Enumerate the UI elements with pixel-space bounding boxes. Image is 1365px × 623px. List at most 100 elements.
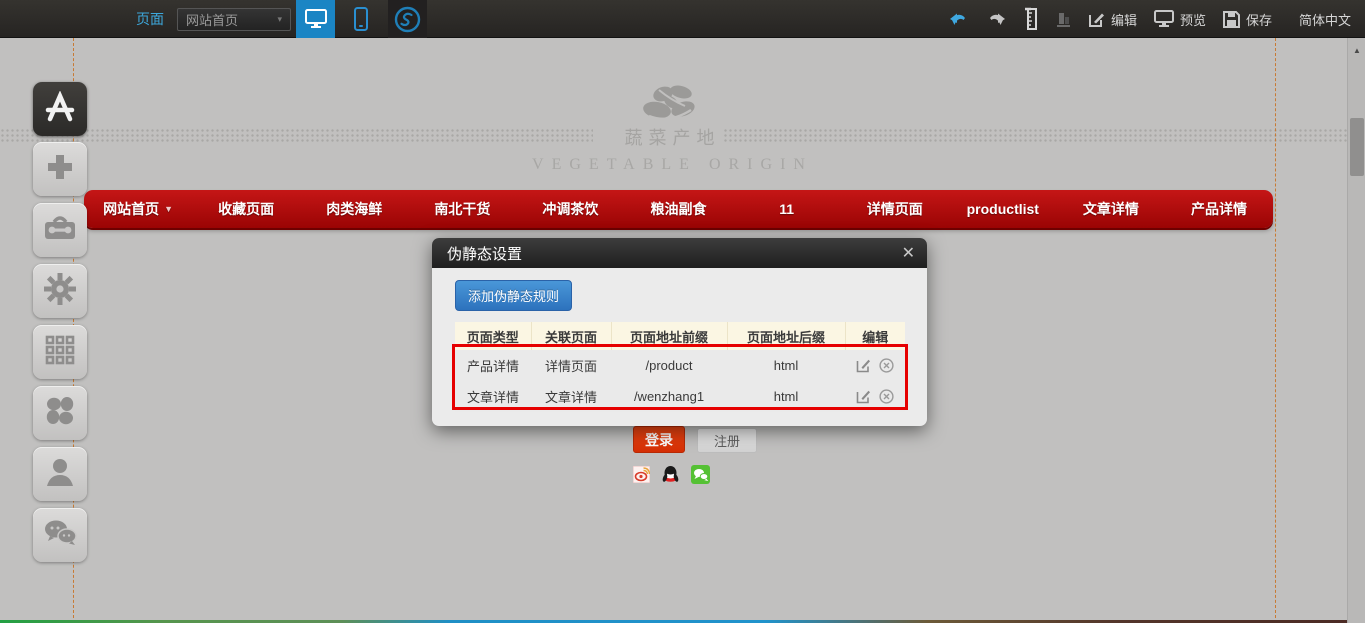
page-guide-right: [1275, 38, 1276, 623]
cell-page-type: 产品详情: [455, 350, 531, 381]
sync-icon: [394, 6, 421, 33]
register-label: 注册: [714, 431, 740, 450]
site-subtitle: VEGETABLE ORIGIN: [0, 156, 1345, 174]
cell-linked-page: 详情页面: [531, 350, 611, 381]
cell-page-type: 文章详情: [455, 381, 531, 412]
nav-item-tea-drinks[interactable]: 冲调茶饮: [516, 190, 624, 228]
nav-item-label: 南北干货: [434, 199, 490, 219]
table-row: 文章详情 文章详情 /wenzhang1 html: [455, 381, 905, 412]
nav-item-label: 产品详情: [1191, 199, 1247, 219]
dialog-title: 伪静态设置: [447, 243, 522, 264]
login-label: 登录: [645, 430, 673, 450]
preview-button[interactable]: 预览: [1154, 10, 1206, 29]
nav-item-11[interactable]: 11: [733, 190, 841, 228]
grid-icon: [45, 335, 75, 370]
redo-icon[interactable]: [986, 12, 1006, 27]
nav-item-home[interactable]: 网站首页 ▼: [84, 190, 192, 228]
site-title: 蔬菜产地: [0, 124, 1345, 150]
nav-item-product-detail[interactable]: 产品详情: [1165, 190, 1273, 228]
stats-icon[interactable]: [1056, 10, 1071, 28]
desktop-view-button[interactable]: [296, 0, 335, 38]
nav-item-label: 粮油副食: [651, 199, 707, 219]
sidebar-settings-button[interactable]: [33, 264, 87, 318]
nav-item-label: productlist: [967, 201, 1039, 217]
col-header-page-type: 页面类型: [455, 322, 531, 350]
edit-row-icon[interactable]: [856, 358, 871, 373]
vertical-scrollbar[interactable]: ▲: [1347, 38, 1365, 623]
delete-row-icon[interactable]: [879, 358, 894, 373]
sidebar-design-button[interactable]: [33, 82, 87, 136]
col-header-edit: 编辑: [845, 322, 905, 350]
mobile-view-button[interactable]: [341, 0, 380, 38]
page-select[interactable]: 网站首页 ▾: [177, 8, 291, 31]
editor-topbar: 页面 网站首页 ▾: [0, 0, 1365, 38]
nav-item-grain-oil[interactable]: 粮油副食: [624, 190, 732, 228]
dialog-body: 添加伪静态规则 页面类型 关联页面 页面地址前缀 页面地址后缀 编辑 产品详情 …: [432, 268, 927, 426]
sidebar-member-button[interactable]: [33, 447, 87, 501]
rules-table: 页面类型 关联页面 页面地址前缀 页面地址后缀 编辑 产品详情 详情页面 /pr…: [455, 322, 905, 412]
nav-item-productlist[interactable]: productlist: [949, 190, 1057, 228]
dialog-titlebar[interactable]: 伪静态设置 ✕: [432, 238, 927, 268]
save-button[interactable]: 保存: [1223, 10, 1272, 29]
chevron-down-icon: ▾: [277, 14, 282, 25]
clover-icon: [44, 395, 76, 432]
topbar-left-group: 页面 网站首页 ▾: [136, 0, 427, 38]
undo-icon[interactable]: [949, 12, 969, 27]
cell-linked-page: 文章详情: [531, 381, 611, 412]
nav-item-favorites[interactable]: 收藏页面: [192, 190, 300, 228]
chevron-down-icon: ▼: [164, 204, 173, 214]
sidebar-toolbox-button[interactable]: [33, 203, 87, 257]
gear-icon: [43, 272, 77, 311]
nav-item-label: 肉类海鲜: [326, 199, 382, 219]
delete-row-icon[interactable]: [879, 389, 894, 404]
col-header-url-suffix: 页面地址后缀: [727, 322, 845, 350]
sidebar-wechat-button[interactable]: [33, 508, 87, 562]
qq-icon[interactable]: [661, 465, 680, 484]
login-button[interactable]: 登录: [633, 426, 685, 453]
site-nav: 网站首页 ▼ 收藏页面 肉类海鲜 南北干货 冲调茶饮 粮油副食 11 详情页面 …: [84, 190, 1273, 228]
preview-label: 预览: [1180, 10, 1206, 29]
add-rule-button[interactable]: 添加伪静态规则: [455, 280, 572, 311]
cell-url-suffix: html: [727, 381, 845, 412]
weibo-icon[interactable]: [633, 466, 650, 483]
app-design-icon: [43, 91, 77, 128]
desktop-icon: [305, 9, 327, 29]
nav-item-label: 详情页面: [867, 199, 923, 219]
rules-table-header-row: 页面类型 关联页面 页面地址前缀 页面地址后缀 编辑: [455, 322, 905, 350]
close-icon[interactable]: ✕: [902, 243, 915, 263]
preview-monitor-icon: [1154, 10, 1174, 28]
pseudo-static-dialog: 伪静态设置 ✕ 添加伪静态规则 页面类型 关联页面 页面地址前缀 页面地址后缀 …: [432, 238, 927, 426]
language-switcher[interactable]: 简体中文: [1299, 10, 1351, 29]
nav-item-meat-seafood[interactable]: 肉类海鲜: [300, 190, 408, 228]
nav-item-article-detail[interactable]: 文章详情: [1057, 190, 1165, 228]
col-header-linked-page: 关联页面: [531, 322, 611, 350]
nav-item-label: 11: [779, 201, 794, 217]
sidebar-modules-button[interactable]: [33, 325, 87, 379]
save-label: 保存: [1246, 10, 1272, 29]
chat-bubbles-icon: [42, 518, 78, 553]
mobile-icon: [354, 7, 368, 31]
sidebar-add-module-button[interactable]: [33, 142, 87, 196]
edit-row-icon[interactable]: [856, 389, 871, 404]
cell-url-prefix: /product: [611, 350, 727, 381]
edit-pencil-icon: [1088, 11, 1105, 28]
edit-button[interactable]: 编辑: [1088, 10, 1137, 29]
nav-item-detail-page[interactable]: 详情页面: [841, 190, 949, 228]
nav-item-label: 网站首页: [103, 199, 159, 219]
nav-item-label: 冲调茶饮: [542, 199, 598, 219]
col-header-url-prefix: 页面地址前缀: [611, 322, 727, 350]
table-row: 产品详情 详情页面 /product html: [455, 350, 905, 381]
register-button[interactable]: 注册: [697, 428, 757, 453]
sync-view-button[interactable]: [388, 0, 427, 38]
plus-icon: [45, 152, 75, 187]
sidebar-plugins-button[interactable]: [33, 386, 87, 440]
nav-item-label: 收藏页面: [218, 199, 274, 219]
page-select-value: 网站首页: [186, 10, 238, 29]
language-label: 简体中文: [1299, 10, 1351, 29]
ruler-icon[interactable]: [1023, 7, 1039, 31]
scrollbar-thumb[interactable]: [1350, 118, 1364, 176]
scroll-up-arrow-icon[interactable]: ▲: [1348, 46, 1365, 55]
wechat-icon[interactable]: [691, 465, 710, 484]
nav-item-dry-goods[interactable]: 南北干货: [408, 190, 516, 228]
user-icon: [44, 456, 76, 493]
